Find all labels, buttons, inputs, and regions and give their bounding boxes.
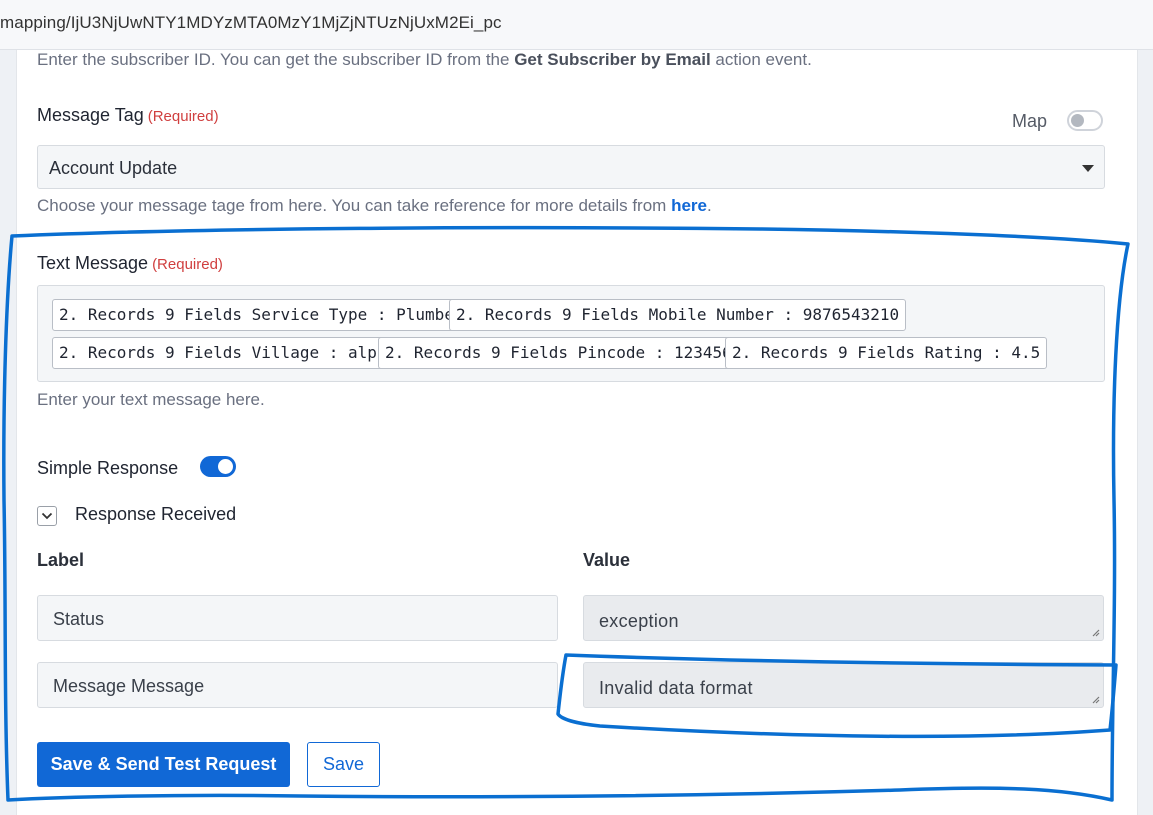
- text-message-label-text: Text Message: [37, 253, 149, 273]
- message-tag-label-text: Message Tag: [37, 105, 144, 125]
- map-toggle[interactable]: [1067, 110, 1103, 131]
- text-message-input[interactable]: 2. Records 9 Fields Service Type : Plumb…: [37, 285, 1105, 382]
- message-tag-select[interactable]: Account Update: [37, 145, 1105, 189]
- toggle-knob: [1071, 114, 1084, 127]
- toggle-knob: [218, 459, 233, 474]
- response-label-field-status[interactable]: Status: [37, 595, 558, 641]
- text-message-help: Enter your text message here.: [37, 390, 265, 409]
- resize-grip-icon[interactable]: [1090, 694, 1100, 704]
- simple-response-label: Simple Response: [37, 458, 179, 478]
- response-value-field-message[interactable]: Invalid data format: [583, 662, 1104, 708]
- subscriber-help-suffix: action event.: [710, 50, 812, 69]
- message-tag-help-text: Choose your message tage from here. You …: [37, 196, 712, 216]
- response-collapse-button[interactable]: [37, 506, 57, 526]
- message-tag-help-link[interactable]: here: [671, 196, 707, 215]
- text-message-label: Text Message (Required): [37, 253, 223, 274]
- response-received-label: Response Received: [75, 504, 237, 524]
- message-tag-label: Message Tag (Required): [37, 105, 219, 126]
- response-value-text: exception: [599, 611, 679, 631]
- save-button[interactable]: Save: [307, 742, 380, 787]
- save-and-send-test-request-button[interactable]: Save & Send Test Request: [37, 742, 290, 787]
- subscriber-help-bold: Get Subscriber by Email: [514, 50, 711, 69]
- message-tag-help-suffix: .: [706, 196, 712, 215]
- field-tag-service-type[interactable]: 2. Records 9 Fields Service Type : Plumb…: [52, 299, 471, 331]
- resize-grip-icon[interactable]: [1090, 627, 1100, 637]
- subscriber-help-prefix: Enter the subscriber ID. You can get the…: [37, 50, 515, 69]
- url-text[interactable]: mapping/IjU3NjUwNTY1MDYzMTA0MzY1MjZjNTUz…: [0, 13, 502, 33]
- map-label: Map: [1012, 111, 1048, 131]
- required-badge: (Required): [152, 256, 223, 273]
- response-label-text: Status: [53, 609, 105, 629]
- response-label-text: Message Message: [53, 676, 205, 696]
- field-tag-mobile-number[interactable]: 2. Records 9 Fields Mobile Number : 9876…: [449, 299, 907, 331]
- response-value-field-status[interactable]: exception: [583, 595, 1104, 641]
- chevron-down-icon: [41, 512, 53, 520]
- response-value-text: Invalid data format: [599, 678, 753, 698]
- message-tag-selected: Account Update: [49, 158, 178, 178]
- simple-response-toggle[interactable]: [200, 456, 236, 477]
- response-label-field-message[interactable]: Message Message: [37, 662, 558, 708]
- value-column-header: Value: [583, 550, 631, 570]
- label-column-header: Label: [37, 550, 85, 570]
- required-badge: (Required): [147, 108, 219, 125]
- caret-down-icon: [1082, 165, 1094, 172]
- field-tag-rating[interactable]: 2. Records 9 Fields Rating : 4.5: [725, 337, 1048, 369]
- message-tag-help-prefix: Choose your message tage from here. You …: [37, 196, 672, 215]
- subscriber-help-text: Enter the subscriber ID. You can get the…: [37, 50, 812, 70]
- field-tag-village[interactable]: 2. Records 9 Fields Village : alpura: [52, 337, 413, 369]
- browser-address-bar[interactable]: mapping/IjU3NjUwNTY1MDYzMTA0MzY1MjZjNTUz…: [0, 0, 1153, 50]
- field-tag-pincode[interactable]: 2. Records 9 Fields Pincode : 123456: [378, 337, 739, 369]
